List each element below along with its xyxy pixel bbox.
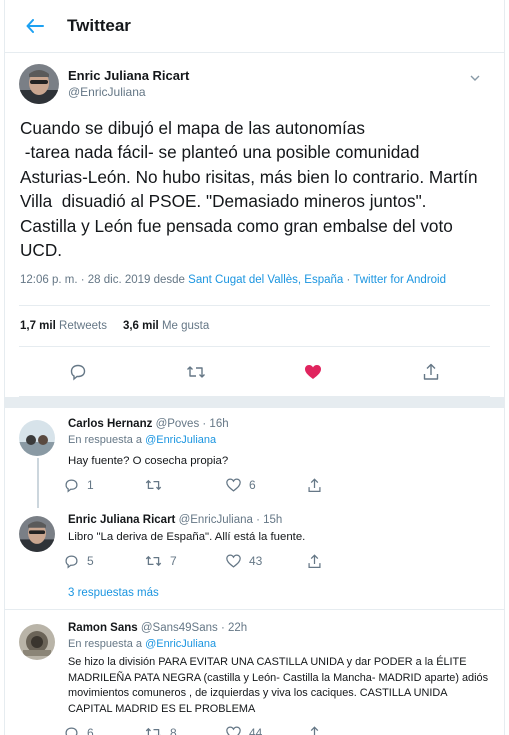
tweet-timestamp[interactable]: 12:06 p. m. · 28 dic. 2019 (20, 274, 150, 286)
chevron-down-icon (470, 75, 480, 81)
reply-prefix: En respuesta a (68, 434, 146, 447)
likes-count: 3,6 mil (122, 320, 159, 333)
reply-meta: @Poves · 16h (155, 418, 229, 431)
reply-text: Se hizo la división PARA EVITAR UNA CAST… (68, 656, 489, 715)
like-count: 43 (249, 554, 263, 569)
show-more-replies-link[interactable]: 3 respuestas más (5, 576, 504, 611)
retweet-icon (186, 366, 205, 378)
reply-text: Hay fuente? O cosecha propia? (68, 455, 229, 468)
section-divider (5, 397, 504, 409)
reply-prefix: En respuesta a (68, 638, 146, 651)
meta-desde: desde (150, 274, 189, 287)
reply-tweet[interactable]: Ramon Sans @Sans49Sans · 22h En respuest… (5, 610, 504, 735)
author-handle[interactable]: @EnricJuliana (68, 84, 189, 101)
reply-tweet[interactable]: Carlos Hernanz @Poves · 16h En respuesta… (5, 408, 504, 504)
reply-display-name[interactable]: Enric Juliana Ricart (68, 514, 175, 526)
reply-actions: 1 6 (64, 469, 490, 501)
retweet-icon (145, 556, 162, 567)
reply-icon (70, 364, 86, 381)
back-button[interactable] (21, 12, 49, 40)
avatar[interactable] (19, 420, 55, 457)
share-button[interactable] (307, 478, 388, 493)
like-button[interactable] (295, 354, 331, 390)
retweet-button[interactable] (145, 478, 226, 492)
heart-icon (226, 554, 241, 569)
retweets-stat[interactable]: 1,7 mil Retweets (20, 320, 107, 332)
reply-icon (65, 479, 78, 493)
share-icon (423, 363, 439, 380)
retweet-icon (145, 480, 162, 491)
retweet-icon (145, 727, 161, 735)
share-icon (308, 478, 321, 492)
tweet-text: Cuando se dibujó el mapa de las autonomí… (20, 118, 478, 261)
main-tweet: Enric Juliana Ricart @EnricJuliana Cuand… (5, 59, 504, 348)
reply-button[interactable] (60, 354, 96, 390)
reply-button[interactable]: 6 (64, 726, 145, 735)
page-header: Twittear (5, 0, 504, 53)
tweet-stats: 1,7 mil Retweets 3,6 mil Me gusta (19, 305, 490, 348)
reply-icon (65, 555, 78, 569)
like-count: 44 (249, 726, 263, 735)
share-button[interactable] (413, 354, 449, 390)
reply-thread: Carlos Hernanz @Poves · 16h En respuesta… (5, 408, 504, 611)
share-icon (308, 554, 321, 568)
reply-tweet[interactable]: Enric Juliana Ricart @EnricJuliana · 15h… (5, 504, 504, 576)
tweet-source-link[interactable]: Twitter for Android (353, 274, 446, 286)
avatar[interactable] (19, 516, 55, 553)
reply-display-name[interactable]: Carlos Hernanz (68, 418, 152, 430)
reply-count: 1 (87, 478, 94, 493)
reply-display-name[interactable]: Ramon Sans (68, 622, 138, 634)
reply-icon (65, 727, 78, 735)
avatar[interactable] (19, 64, 59, 104)
reply-to-link[interactable]: @EnricJuliana (145, 434, 216, 446)
reply-button[interactable]: 1 (64, 478, 145, 493)
retweets-label: Retweets (59, 320, 107, 333)
like-button[interactable]: 44 (226, 726, 307, 735)
reply-to-line: En respuesta a @EnricJuliana (68, 636, 490, 652)
tweet-menu-button[interactable] (468, 71, 482, 85)
likes-label: Me gusta (161, 320, 210, 333)
author-display-name[interactable]: Enric Juliana Ricart (68, 67, 189, 84)
share-button[interactable] (307, 554, 388, 569)
retweet-count: 7 (170, 554, 177, 569)
reply-to-link[interactable]: @EnricJuliana (145, 638, 216, 650)
retweet-count: 8 (170, 726, 177, 735)
tweet-page: Twittear Enric Juliana Ricart @EnricJuli… (4, 0, 505, 735)
tweet-metadata: 12:06 p. m. · 28 dic. 2019 desde Sant Cu… (19, 274, 490, 292)
meta-separator: · (343, 274, 354, 287)
reply-count: 5 (87, 554, 94, 569)
reply-count: 6 (87, 726, 94, 735)
like-button[interactable]: 6 (226, 478, 307, 492)
reply-to-line: En respuesta a @EnricJuliana (68, 432, 490, 448)
retweets-count: 1,7 mil (20, 320, 56, 333)
avatar[interactable] (19, 624, 55, 661)
reply-actions: 6 8 44 (64, 717, 490, 735)
heart-filled-icon (305, 364, 322, 379)
heart-icon (226, 726, 241, 735)
share-button[interactable] (307, 725, 388, 735)
heart-icon (226, 478, 241, 493)
reply-button[interactable]: 5 (64, 554, 145, 569)
page-title: Twittear (67, 16, 131, 35)
retweet-button[interactable]: 8 (145, 726, 226, 735)
retweet-button[interactable]: 7 (145, 554, 226, 568)
like-count: 6 (249, 478, 256, 493)
likes-stat[interactable]: 3,6 mil Me gusta (123, 320, 209, 332)
share-icon (308, 725, 321, 735)
reply-meta: @EnricJuliana · 15h (178, 514, 283, 527)
reply-meta: @Sans49Sans · 22h (140, 622, 248, 635)
like-button[interactable]: 43 (226, 554, 307, 568)
back-arrow-icon (26, 19, 44, 33)
tweet-actions (19, 347, 490, 398)
tweet-author: Enric Juliana Ricart @EnricJuliana (19, 59, 490, 109)
reply-actions: 5 7 43 (64, 545, 490, 577)
tweet-location-link[interactable]: Sant Cugat del Vallès, España (188, 274, 343, 286)
retweet-button[interactable] (178, 354, 214, 390)
reply-text: Libro "La deriva de España". Allí está l… (68, 531, 306, 544)
